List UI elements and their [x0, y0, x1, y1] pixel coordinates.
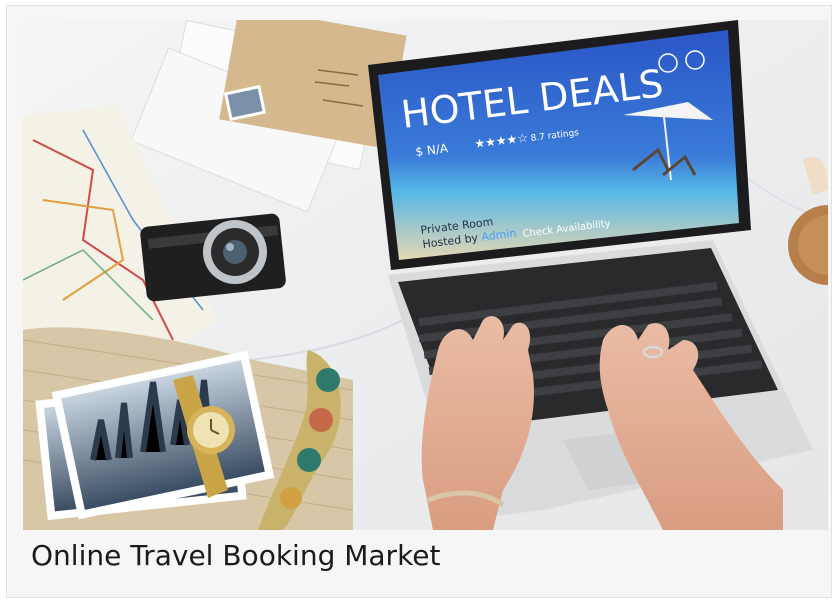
article-title[interactable]: Online Travel Booking Market — [31, 536, 441, 576]
article-card[interactable]: HOTEL DEALS $ N/A ★★★★☆ 8.7 ratings Priv… — [6, 5, 832, 598]
hero-photo[interactable]: HOTEL DEALS $ N/A ★★★★☆ 8.7 ratings Priv… — [23, 20, 828, 530]
camera — [140, 213, 286, 302]
desk-scene-illustration: HOTEL DEALS $ N/A ★★★★☆ 8.7 ratings Priv… — [23, 20, 828, 530]
